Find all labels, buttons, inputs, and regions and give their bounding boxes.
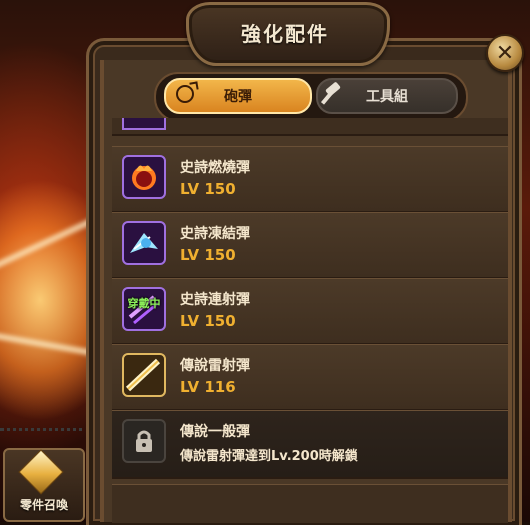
item-name: 史詩凍結彈	[180, 226, 250, 242]
tab-label: 砲彈	[224, 89, 252, 105]
item-level: LV 150	[180, 180, 236, 198]
lock-icon	[122, 419, 166, 463]
tab-label: 工具組	[366, 89, 408, 105]
list-item[interactable]: 穿戴中 史詩連射彈 LV 150	[112, 278, 508, 345]
close-icon: ✕	[495, 40, 515, 66]
chain-decoration	[0, 428, 90, 443]
laser-shell-icon	[122, 353, 166, 397]
item-level: LV 116	[180, 378, 236, 396]
cannonball-icon	[176, 85, 194, 103]
unlock-condition: 傳說雷射彈達到Lv.200時解鎖	[180, 449, 358, 464]
item-level: LV 150	[180, 312, 236, 330]
hammer-icon	[320, 81, 342, 105]
equipped-badge: 穿戴中	[127, 297, 161, 310]
close-button[interactable]: ✕	[486, 34, 524, 72]
burning-shell-icon	[122, 155, 166, 199]
item-name: 史詩連射彈	[180, 292, 250, 308]
list-item[interactable]: 傳說雷射彈 LV 116	[112, 344, 508, 411]
list-item-partial	[112, 118, 508, 136]
freezing-shell-icon	[122, 221, 166, 265]
summon-label: 零件召喚	[19, 498, 68, 512]
item-level: LV 150	[180, 246, 236, 264]
panel-title: 強化配件	[241, 22, 329, 46]
item-name: 史詩燃燒彈	[180, 160, 250, 176]
list-item[interactable]: 史詩凍結彈 LV 150	[112, 212, 508, 279]
list-item[interactable]: 史詩燃燒彈 LV 150	[112, 146, 508, 213]
item-name: 傳說一般彈	[180, 424, 250, 440]
list-item-locked[interactable]: 傳說一般彈 傳說雷射彈達到Lv.200時解鎖	[112, 410, 508, 479]
item-name: 傳說雷射彈	[180, 358, 250, 374]
list-item-partial	[112, 484, 508, 523]
